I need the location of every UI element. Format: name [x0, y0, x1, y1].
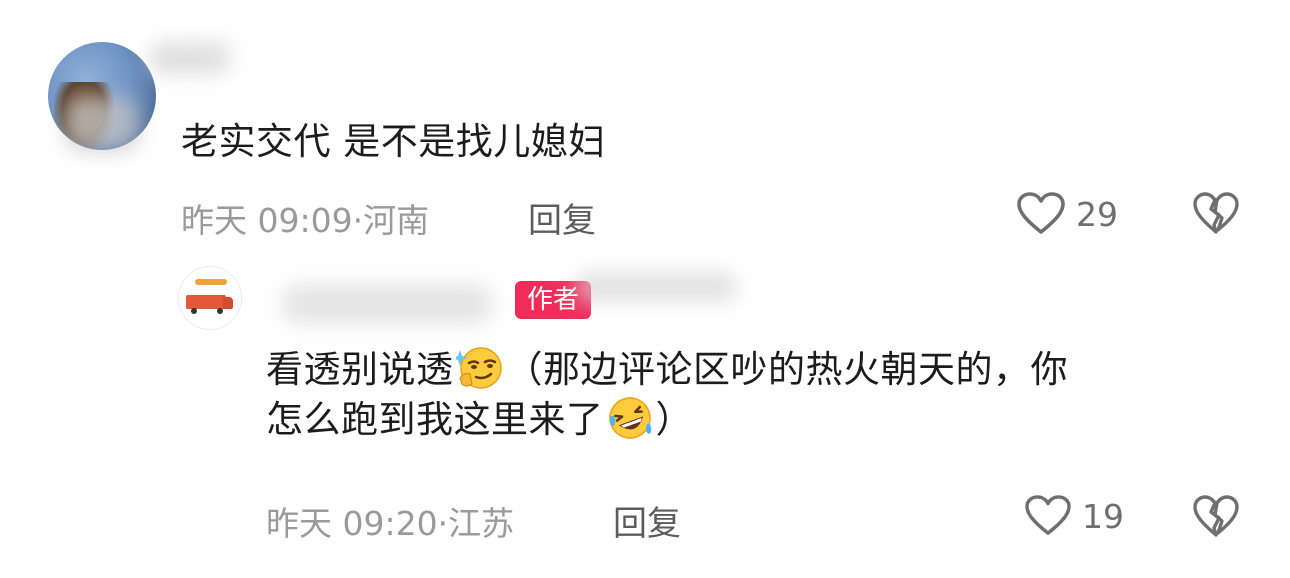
commenter-name-blurred [150, 42, 230, 74]
reply-text: 看透别说透 （那边评论区吵的热火朝天的，你 怎么跑到我这里来了 ） [266, 345, 1256, 446]
broken-heart-icon [1193, 192, 1239, 234]
comment-location: 河南 [363, 201, 430, 240]
reply-button[interactable]: 回复 [528, 193, 596, 242]
reply-button[interactable]: 回复 [613, 496, 681, 545]
dislike-button[interactable] [1192, 192, 1240, 240]
broken-heart-icon [1193, 495, 1239, 537]
reply-location: 江苏 [448, 504, 515, 543]
truck-cab [223, 297, 233, 309]
meta-dot: · [352, 201, 364, 240]
reply-text-part: 怎么跑到我这里来了 [266, 398, 604, 442]
author-avatar[interactable] [178, 266, 242, 330]
reply-text-part: （那边评论区吵的热火朝天的，你 [505, 348, 1068, 391]
avatar-privacy-blur [64, 96, 140, 152]
dislike-button[interactable] [1192, 495, 1240, 543]
badge-extra-blurred [576, 272, 736, 302]
author-name-blur [282, 284, 492, 324]
reply-time: 昨天 09:20 [266, 504, 438, 543]
like-button[interactable]: 29 [1016, 192, 1118, 236]
truck-icon [186, 295, 226, 309]
like-count: 19 [1082, 496, 1124, 536]
truck-wheel [191, 308, 197, 314]
comment-time: 昨天 09:09 [181, 201, 353, 240]
reply-text-part: 看透别说透 [266, 348, 454, 391]
comment-text: 老实交代 是不是找儿媳妇 [181, 120, 606, 163]
thinking-smirk-emoji [455, 346, 502, 389]
comment-meta: 昨天 09:09·河南 [181, 194, 429, 242]
truck-wheel [217, 308, 223, 314]
heart-icon [1025, 495, 1071, 535]
like-button[interactable]: 19 [1024, 495, 1124, 537]
rolling-on-floor-laughing-emoji [608, 397, 651, 439]
reply-meta: 昨天 09:20·江苏 [266, 497, 514, 545]
reply-text-part: ） [655, 398, 693, 442]
avatar-logo-banner [195, 279, 227, 285]
heart-icon [1017, 192, 1065, 234]
meta-dot: · [437, 504, 449, 543]
like-count: 29 [1076, 194, 1118, 234]
